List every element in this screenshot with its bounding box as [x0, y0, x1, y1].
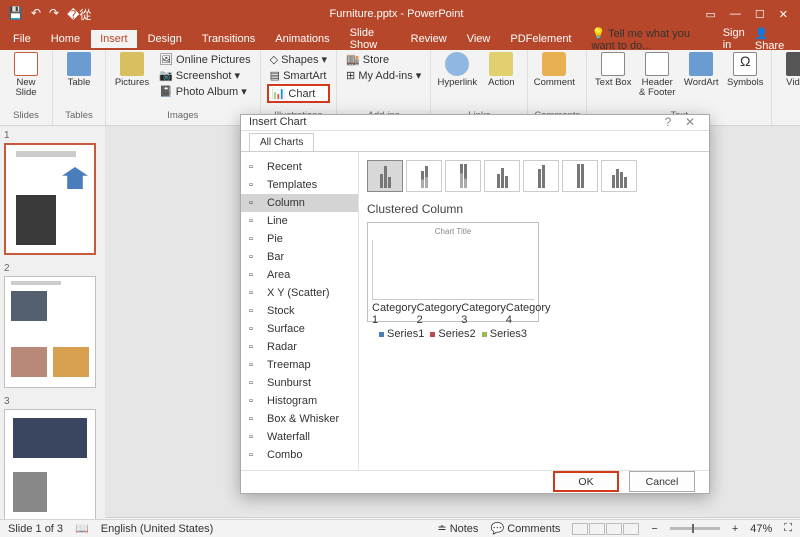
zoom-out-icon[interactable]: −	[651, 523, 657, 535]
subtype-3d-clustered[interactable]	[484, 160, 520, 192]
close-icon[interactable]: ✕	[779, 8, 788, 21]
type-stock[interactable]: ▫Stock	[241, 302, 358, 320]
save-icon[interactable]: 💾	[8, 6, 23, 23]
online-pictures-button[interactable]: 🖼 Online Pictures	[156, 52, 254, 67]
type-surface[interactable]: ▫Surface	[241, 320, 358, 338]
start-slideshow-icon[interactable]: �從	[67, 6, 91, 23]
header-footer-button[interactable]: Header & Footer	[637, 52, 677, 99]
symbols-button[interactable]: ΩSymbols	[725, 52, 765, 88]
tab-home[interactable]: Home	[42, 30, 89, 48]
type-x-y-scatter-[interactable]: ▫X Y (Scatter)	[241, 284, 358, 302]
pictures-button[interactable]: Pictures	[112, 52, 152, 88]
tab-all-charts[interactable]: All Charts	[249, 133, 314, 151]
type-area[interactable]: ▫Area	[241, 266, 358, 284]
type-recent[interactable]: ▫Recent	[241, 158, 358, 176]
fit-window-icon[interactable]: ⛶	[784, 522, 792, 535]
hyperlink-button[interactable]: Hyperlink	[437, 52, 477, 88]
thumbnail-1[interactable]: 1	[4, 130, 101, 255]
spellcheck-icon[interactable]: 📖	[75, 522, 89, 535]
table-button[interactable]: Table	[59, 52, 99, 88]
action-button[interactable]: Action	[481, 52, 521, 88]
sorter-view-icon[interactable]	[589, 523, 605, 535]
undo-icon[interactable]: ↶	[31, 6, 41, 23]
tab-design[interactable]: Design	[139, 30, 191, 48]
type-treemap[interactable]: ▫Treemap	[241, 356, 358, 374]
tab-insert[interactable]: Insert	[91, 30, 137, 48]
notes-toggle[interactable]: ≐ Notes	[437, 522, 478, 535]
zoom-level[interactable]: 47%	[750, 523, 772, 535]
photo-album-button[interactable]: 📓 Photo Album ▾	[156, 84, 254, 99]
menu-bar: File Home Insert Design Transitions Anim…	[0, 28, 800, 50]
type-pie[interactable]: ▫Pie	[241, 230, 358, 248]
thumbnail-2[interactable]: 2	[4, 263, 101, 388]
type-bar[interactable]: ▫Bar	[241, 248, 358, 266]
type-templates[interactable]: ▫Templates	[241, 176, 358, 194]
video-button[interactable]: Video	[778, 52, 800, 88]
chart-type-list: ▫Recent▫Templates▫Column▫Line▫Pie▫Bar▫Ar…	[241, 152, 359, 470]
dialog-title: Insert Chart	[249, 116, 306, 128]
type-radar[interactable]: ▫Radar	[241, 338, 358, 356]
subtype-3d-column[interactable]	[601, 160, 637, 192]
new-slide-button[interactable]: New Slide	[6, 52, 46, 99]
subtype-100stacked[interactable]	[445, 160, 481, 192]
chart-subtype-name: Clustered Column	[367, 202, 701, 216]
chart-button[interactable]: 📊 Chart	[267, 84, 330, 103]
tab-file[interactable]: File	[4, 30, 40, 48]
ribbon-options-icon[interactable]: ▭	[706, 8, 716, 21]
maximize-icon[interactable]: ☐	[755, 8, 765, 21]
slide-indicator: Slide 1 of 3	[8, 523, 63, 535]
status-bar: Slide 1 of 3 📖 English (United States) ≐…	[0, 519, 800, 537]
subtype-3d-100[interactable]	[562, 160, 598, 192]
comment-button[interactable]: Comment	[534, 52, 574, 88]
type-column[interactable]: ▫Column	[241, 194, 358, 212]
signin-link[interactable]: Sign in	[723, 27, 747, 52]
reading-view-icon[interactable]	[606, 523, 622, 535]
dialog-close-icon[interactable]: ✕	[679, 115, 701, 129]
type-line[interactable]: ▫Line	[241, 212, 358, 230]
chart-preview-title: Chart Title	[372, 227, 534, 236]
chart-subtypes	[367, 160, 701, 192]
subtype-stacked[interactable]	[406, 160, 442, 192]
normal-view-icon[interactable]	[572, 523, 588, 535]
tab-pdfelement[interactable]: PDFelement	[501, 30, 580, 48]
type-waterfall[interactable]: ▫Waterfall	[241, 428, 358, 446]
thumbnail-3[interactable]: 3	[4, 396, 101, 519]
comments-toggle[interactable]: 💬 Comments	[490, 522, 560, 535]
zoom-in-icon[interactable]: +	[732, 523, 738, 535]
type-box-whisker[interactable]: ▫Box & Whisker	[241, 410, 358, 428]
type-histogram[interactable]: ▫Histogram	[241, 392, 358, 410]
tab-review[interactable]: Review	[402, 30, 456, 48]
slideshow-view-icon[interactable]	[623, 523, 639, 535]
store-button[interactable]: 🏬 Store	[343, 52, 424, 67]
slide-thumbnails: 1 2 3	[0, 126, 105, 519]
my-addins-button[interactable]: ⊞ My Add-ins ▾	[343, 68, 424, 83]
insert-chart-dialog: Insert Chart ? ✕ All Charts ▫Recent▫Temp…	[240, 114, 710, 494]
tab-animations[interactable]: Animations	[266, 30, 338, 48]
chart-preview[interactable]: Chart Title Category 1Category 2Category…	[367, 222, 539, 322]
textbox-button[interactable]: Text Box	[593, 52, 633, 88]
window-title: Furniture.pptx - PowerPoint	[99, 8, 693, 20]
screenshot-button[interactable]: 📷 Screenshot ▾	[156, 68, 254, 83]
minimize-icon[interactable]: —	[730, 8, 741, 21]
smartart-button[interactable]: ▤ SmartArt	[267, 68, 330, 83]
cancel-button[interactable]: Cancel	[629, 471, 695, 492]
subtype-clustered[interactable]	[367, 160, 403, 192]
redo-icon[interactable]: ↷	[49, 6, 59, 23]
dialog-help-icon[interactable]: ?	[657, 115, 679, 129]
zoom-slider[interactable]	[670, 527, 720, 530]
ok-button[interactable]: OK	[553, 471, 619, 492]
tab-view[interactable]: View	[458, 30, 500, 48]
tab-transitions[interactable]: Transitions	[193, 30, 264, 48]
type-sunburst[interactable]: ▫Sunburst	[241, 374, 358, 392]
language-indicator[interactable]: English (United States)	[101, 523, 214, 535]
share-button[interactable]: 👤 Share	[755, 27, 788, 52]
wordart-button[interactable]: WordArt	[681, 52, 721, 88]
shapes-button[interactable]: ◇ Shapes ▾	[267, 52, 330, 67]
type-combo[interactable]: ▫Combo	[241, 446, 358, 464]
subtype-3d-stacked[interactable]	[523, 160, 559, 192]
